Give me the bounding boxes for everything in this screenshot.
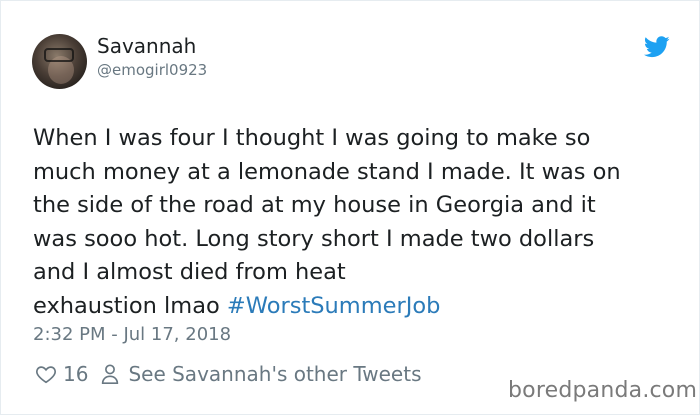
watermark: boredpanda.com bbox=[508, 378, 698, 403]
tweet-timestamp[interactable]: 2:32 PM - Jul 17, 2018 bbox=[33, 323, 231, 347]
tweet-body: When I was four I thought I was going to… bbox=[33, 125, 621, 319]
heart-icon[interactable] bbox=[35, 363, 57, 385]
avatar[interactable] bbox=[32, 34, 87, 89]
tweet-card: Savannah @emogirl0923 When I was four I … bbox=[0, 0, 700, 415]
avatar-glasses bbox=[44, 48, 74, 62]
user-handle[interactable]: @emogirl0923 bbox=[97, 61, 207, 79]
tweet-actions: 16 See Savannah's other Tweets bbox=[35, 361, 422, 387]
person-icon bbox=[102, 364, 119, 384]
twitter-bird-icon[interactable] bbox=[644, 36, 670, 58]
hashtag-link[interactable]: #WorstSummerJob bbox=[227, 293, 441, 319]
user-name[interactable]: Savannah bbox=[97, 34, 196, 58]
like-count[interactable]: 16 bbox=[63, 362, 88, 386]
see-other-tweets-link[interactable]: See Savannah's other Tweets bbox=[128, 362, 421, 386]
tweet-text: When I was four I thought I was going to… bbox=[33, 122, 673, 323]
